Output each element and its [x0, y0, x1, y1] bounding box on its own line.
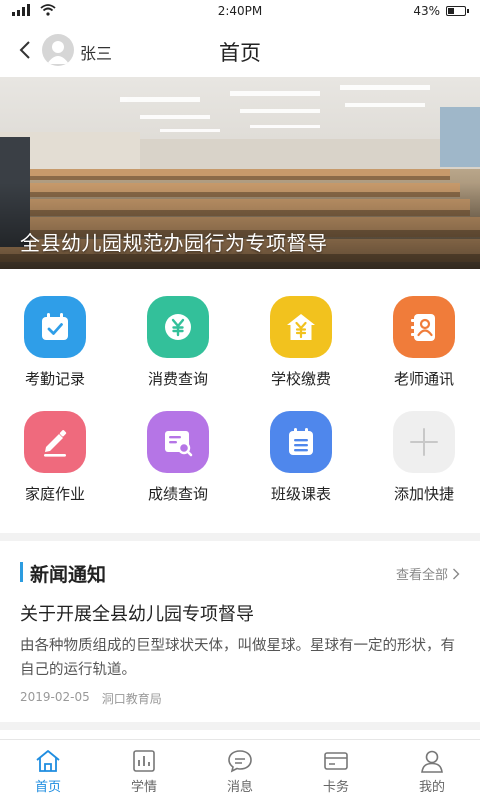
- grid-item-school-fees[interactable]: 学校缴费: [246, 296, 356, 389]
- status-time: 2:40PM: [217, 4, 263, 18]
- class-schedule-tile: [270, 411, 332, 473]
- section-divider: [0, 533, 480, 541]
- grid-item-homework[interactable]: 家庭作业: [0, 411, 110, 504]
- article-source: 洞口教育局: [101, 692, 162, 706]
- grid-item-grades[interactable]: 成绩查询: [123, 411, 233, 504]
- grid-label: 老师通讯: [393, 370, 454, 388]
- tab-label: 我的: [418, 780, 445, 795]
- grid-label: 家庭作业: [24, 485, 85, 503]
- page-title: 首页: [219, 41, 261, 65]
- add-shortcut-tile: [393, 411, 455, 473]
- homework-tile: [24, 411, 86, 473]
- news-accent-bar: [20, 562, 23, 582]
- yuan-coin-icon: [165, 314, 191, 340]
- article-meta: 2019-02-05 洞口教育局: [20, 690, 162, 707]
- tab-study[interactable]: 学情: [96, 740, 192, 800]
- grades-tile: [147, 411, 209, 473]
- view-all-link[interactable]: 查看全部: [396, 564, 460, 583]
- attendance-tile: [24, 296, 86, 358]
- chat-bubble-icon: [228, 750, 252, 773]
- news-header: 新闻通知 查看全部: [0, 558, 480, 588]
- tab-mine[interactable]: 我的: [384, 740, 480, 800]
- article-title: 关于开展全县幼儿园专项督导: [20, 604, 254, 625]
- status-bar: 2:40PM 43%: [0, 0, 480, 24]
- tab-label: 消息: [226, 780, 253, 795]
- banner[interactable]: 全县幼儿园规范办园行为专项督导: [0, 77, 480, 269]
- grid-label: 学校缴费: [270, 370, 331, 388]
- grid-label: 班级课表: [270, 485, 331, 503]
- grid-item-attendance[interactable]: 考勤记录: [0, 296, 110, 389]
- nav-bar: 张三 首页: [0, 24, 480, 76]
- school-fees-tile: [270, 296, 332, 358]
- contact-book-icon: [411, 314, 435, 341]
- grid-label: 消费查询: [147, 370, 208, 388]
- card-icon: [324, 752, 348, 770]
- tab-bar: 首页 学情 消息 卡务 我的: [0, 739, 480, 800]
- tab-card[interactable]: 卡务: [288, 740, 384, 800]
- plus-icon: [410, 428, 438, 456]
- chevron-right-icon: [453, 568, 460, 579]
- bar-chart-icon: [133, 750, 155, 772]
- grid-label: 添加快捷: [393, 485, 454, 503]
- tab-home[interactable]: 首页: [0, 740, 96, 800]
- battery-icon: [446, 6, 469, 16]
- view-all-label: 查看全部: [395, 568, 448, 583]
- teacher-contacts-tile: [393, 296, 455, 358]
- battery-percent: 43%: [413, 4, 440, 18]
- tab-label: 首页: [34, 780, 61, 795]
- grid-label: 考勤记录: [24, 370, 85, 388]
- grid-item-class-schedule[interactable]: 班级课表: [246, 411, 356, 504]
- grid-label: 成绩查询: [147, 485, 208, 503]
- schedule-icon: [289, 428, 313, 455]
- consumption-tile: [147, 296, 209, 358]
- grid-item-consumption[interactable]: 消费查询: [123, 296, 233, 389]
- user-icon: [421, 750, 443, 773]
- pencil-icon: [44, 430, 67, 457]
- article-summary: 由各种物质组成的巨型球状天体，叫做星球。星球有一定的形状，有自己的运行轨道。: [20, 638, 455, 678]
- banner-caption: 全县幼儿园规范办园行为专项督导: [20, 231, 328, 255]
- section-divider: [0, 722, 480, 730]
- tab-label: 卡务: [322, 780, 349, 795]
- report-search-icon: [165, 431, 193, 457]
- home-icon: [36, 750, 60, 772]
- calendar-check-icon: [42, 313, 68, 340]
- news-section-title: 新闻通知: [30, 564, 107, 586]
- school-yuan-icon: [287, 314, 315, 340]
- grid-item-add-shortcut[interactable]: 添加快捷: [369, 411, 479, 504]
- grid-item-teacher-contacts[interactable]: 老师通讯: [369, 296, 479, 389]
- article-date: 2019-02-05: [20, 690, 90, 704]
- tab-label: 学情: [130, 780, 157, 795]
- tab-messages[interactable]: 消息: [192, 740, 288, 800]
